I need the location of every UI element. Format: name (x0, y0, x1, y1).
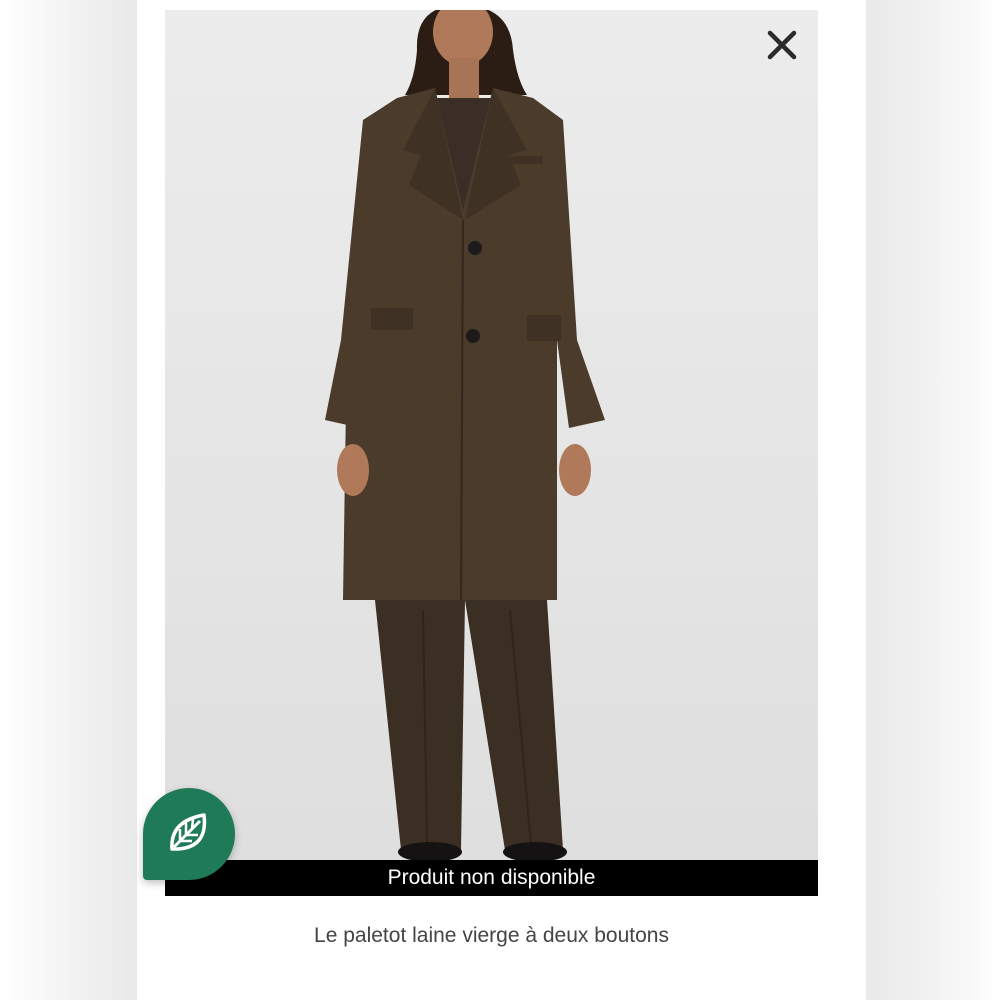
close-icon (766, 29, 798, 65)
background-right (866, 0, 1000, 1000)
background-left (0, 0, 137, 1000)
availability-text: Produit non disponible (387, 866, 596, 889)
close-button[interactable] (760, 25, 804, 69)
availability-banner: Produit non disponible (165, 860, 818, 896)
eco-leaf-icon (164, 807, 214, 861)
product-title[interactable]: Le paletot laine vierge à deux boutons (165, 924, 818, 948)
model-illustration (325, 10, 605, 862)
eco-badge[interactable] (143, 788, 235, 880)
product-image (165, 10, 818, 895)
